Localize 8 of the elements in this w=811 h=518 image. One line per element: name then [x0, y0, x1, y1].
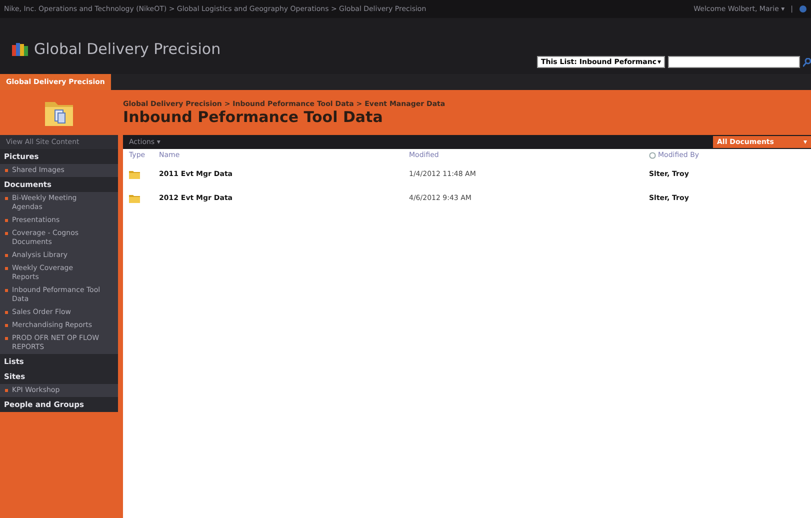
page-title: Inbound Peformance Tool Data — [123, 108, 384, 126]
search-icon[interactable] — [803, 58, 811, 66]
site-title[interactable]: Global Delivery Precision — [34, 40, 221, 58]
folder-icon — [129, 194, 140, 203]
site-logo-icon — [12, 42, 28, 56]
search-field[interactable] — [668, 56, 800, 68]
spinner-icon — [649, 152, 656, 158]
folder-icon — [129, 170, 140, 179]
